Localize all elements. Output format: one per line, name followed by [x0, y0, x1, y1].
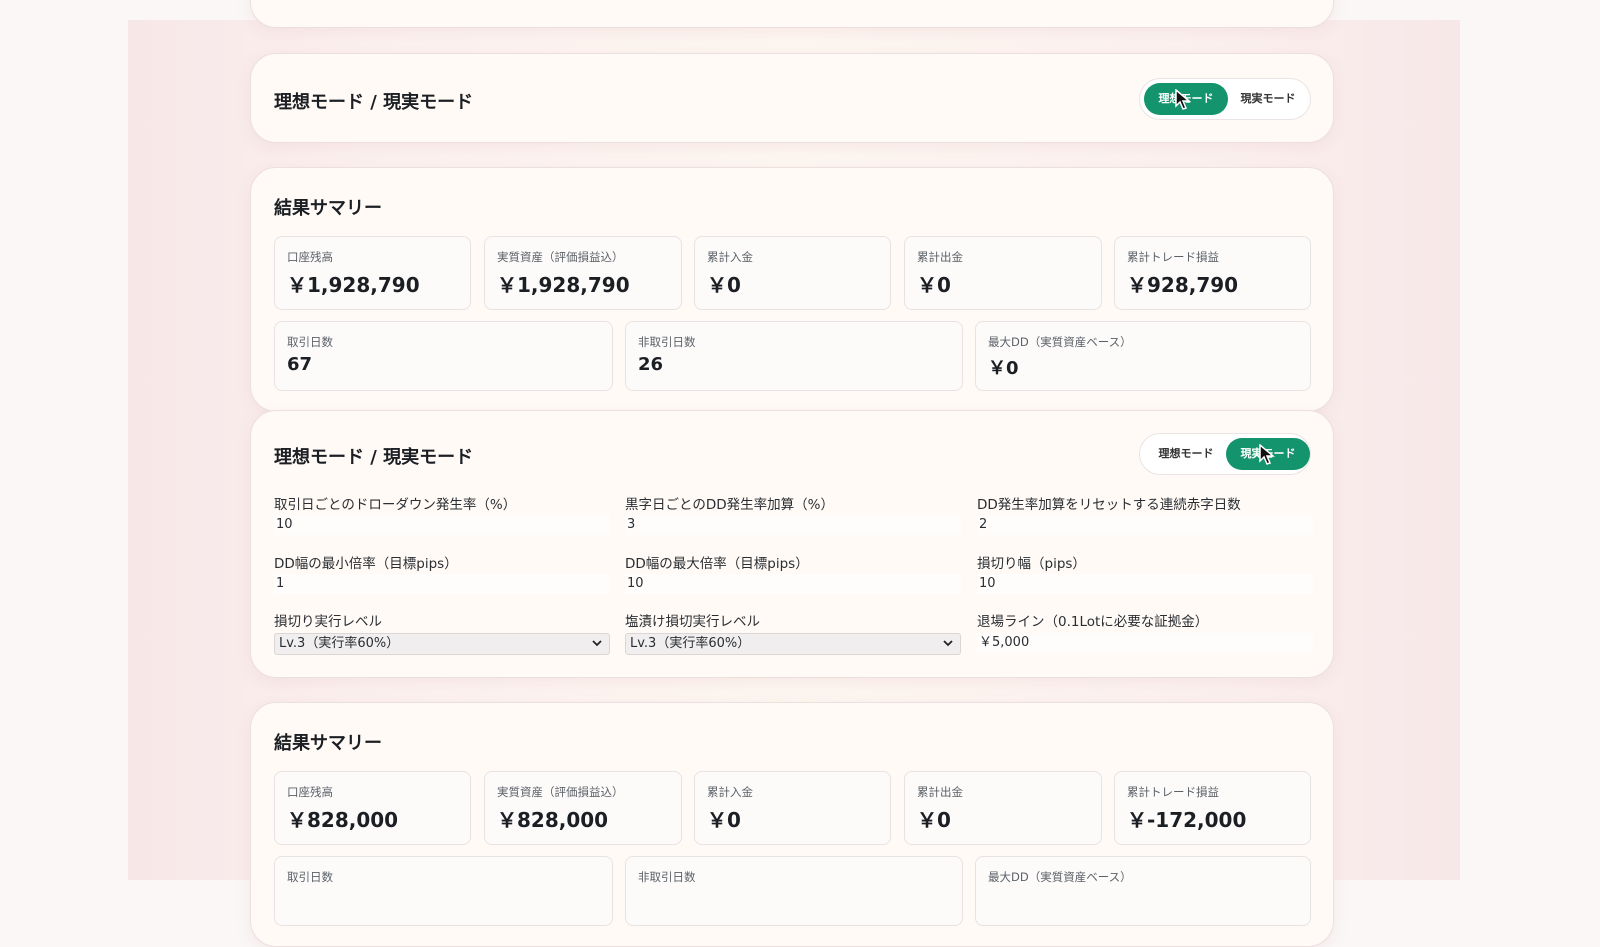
stat-account-balance: 口座残高 ￥828,000	[274, 771, 471, 845]
mode-title: 理想モード / 現実モード	[274, 92, 474, 113]
stat-label: 累計出金	[917, 785, 963, 799]
chevron-down-icon	[592, 640, 602, 647]
stop-loss-width-input[interactable]	[977, 574, 1313, 594]
summary-title: 結果サマリー	[274, 198, 382, 219]
mode-toggle: 理想モード 現実モード	[1139, 78, 1311, 120]
dd-reset-days-input[interactable]	[977, 515, 1313, 535]
stat-value: 67	[287, 354, 313, 375]
stat-value: 26	[638, 354, 664, 375]
stat-label: 実質資産（評価損益込）	[497, 250, 624, 264]
stop-loss-level-label: 損切り実行レベル	[274, 614, 382, 630]
stat-real-assets: 実質資産（評価損益込） ￥828,000	[484, 771, 682, 845]
stat-label: 最大DD（実質資産ベース）	[988, 870, 1132, 884]
stop-loss-width-label: 損切り幅（pips）	[977, 556, 1086, 572]
stat-value: ￥0	[988, 358, 1019, 379]
ideal-mode-button[interactable]: 理想モード	[1144, 83, 1228, 115]
stat-label: 累計入金	[707, 785, 753, 799]
stat-max-drawdown: 最大DD（実質資産ベース）	[975, 856, 1311, 926]
stat-account-balance: 口座残高 ￥1,928,790	[274, 236, 471, 310]
stat-total-trade-pnl: 累計トレード損益 ￥928,790	[1114, 236, 1311, 310]
stat-total-deposit: 累計入金 ￥0	[694, 236, 891, 310]
stat-value: ￥828,000	[497, 808, 609, 832]
stat-label: 累計トレード損益	[1127, 250, 1219, 264]
stat-label: 実質資産（評価損益込）	[497, 785, 624, 799]
stat-real-assets: 実質資産（評価損益込） ￥1,928,790	[484, 236, 682, 310]
summary-card-2: 結果サマリー 口座残高 ￥828,000 実質資産（評価損益込） ￥828,00…	[250, 702, 1334, 947]
summary-card-1: 結果サマリー 口座残高 ￥1,928,790 実質資産（評価損益込） ￥1,92…	[250, 167, 1334, 412]
stat-value: ￥0	[917, 273, 951, 297]
stat-value: ￥0	[707, 808, 741, 832]
stat-label: 口座残高	[287, 785, 333, 799]
dd-rate-input[interactable]	[274, 515, 610, 535]
dd-rate-add-label: 黒字日ごとのDD発生率加算（%）	[625, 497, 834, 513]
stat-value: ￥1,928,790	[287, 273, 420, 297]
stat-value: ￥0	[707, 273, 741, 297]
stat-trading-days: 取引日数 67	[274, 321, 613, 391]
dd-rate-label: 取引日ごとのドローダウン発生率（%）	[274, 497, 517, 513]
dd-min-mult-input[interactable]	[274, 574, 610, 594]
dd-min-mult-label: DD幅の最小倍率（目標pips）	[274, 556, 458, 572]
dd-max-mult-label: DD幅の最大倍率（目標pips）	[625, 556, 809, 572]
stat-label: 取引日数	[287, 335, 333, 349]
stat-total-deposit: 累計入金 ￥0	[694, 771, 891, 845]
dd-max-mult-input[interactable]	[625, 574, 961, 594]
hold-loss-level-select[interactable]: Lv.3（実行率60%）	[625, 633, 961, 655]
mode-toggle: 理想モード 現実モード	[1139, 433, 1311, 475]
stat-total-withdrawal: 累計出金 ￥0	[904, 236, 1102, 310]
stat-total-trade-pnl: 累計トレード損益 ￥-172,000	[1114, 771, 1311, 845]
stat-label: 累計トレード損益	[1127, 785, 1219, 799]
exit-line-input[interactable]	[977, 633, 1313, 653]
ideal-mode-button[interactable]: 理想モード	[1144, 438, 1228, 470]
stat-label: 口座残高	[287, 250, 333, 264]
stat-value: ￥0	[917, 808, 951, 832]
select-value: Lv.3（実行率60%）	[279, 636, 400, 651]
chevron-down-icon	[943, 640, 953, 647]
stat-label: 累計出金	[917, 250, 963, 264]
summary-title: 結果サマリー	[274, 733, 382, 754]
mode-card-2: 理想モード / 現実モード 理想モード 現実モード 取引日ごとのドローダウン発生…	[250, 410, 1334, 678]
stat-value: ￥928,790	[1127, 273, 1239, 297]
stat-non-trading-days: 非取引日数	[625, 856, 963, 926]
stat-total-withdrawal: 累計出金 ￥0	[904, 771, 1102, 845]
stat-value: ￥1,928,790	[497, 273, 630, 297]
stat-value: ￥828,000	[287, 808, 399, 832]
stat-label: 累計入金	[707, 250, 753, 264]
select-value: Lv.3（実行率60%）	[630, 636, 751, 651]
stop-loss-level-select[interactable]: Lv.3（実行率60%）	[274, 633, 610, 655]
real-mode-button[interactable]: 現実モード	[1226, 438, 1310, 470]
mode-title: 理想モード / 現実モード	[274, 447, 474, 468]
stat-non-trading-days: 非取引日数 26	[625, 321, 963, 391]
stat-value: ￥-172,000	[1127, 808, 1247, 832]
mode-card-1: 理想モード / 現実モード 理想モード 現実モード	[250, 53, 1334, 143]
stat-label: 最大DD（実質資産ベース）	[988, 335, 1132, 349]
stat-max-drawdown: 最大DD（実質資産ベース） ￥0	[975, 321, 1311, 391]
previous-card	[250, 0, 1334, 28]
stat-label: 非取引日数	[638, 870, 696, 884]
dd-rate-add-input[interactable]	[625, 515, 961, 535]
exit-line-label: 退場ライン（0.1Lotに必要な証拠金）	[977, 614, 1209, 630]
hold-loss-level-label: 塩漬け損切実行レベル	[625, 614, 760, 630]
dd-reset-days-label: DD発生率加算をリセットする連続赤字日数	[977, 497, 1241, 513]
stat-label: 非取引日数	[638, 335, 696, 349]
real-mode-button[interactable]: 現実モード	[1226, 83, 1310, 115]
stat-label: 取引日数	[287, 870, 333, 884]
stat-trading-days: 取引日数	[274, 856, 613, 926]
